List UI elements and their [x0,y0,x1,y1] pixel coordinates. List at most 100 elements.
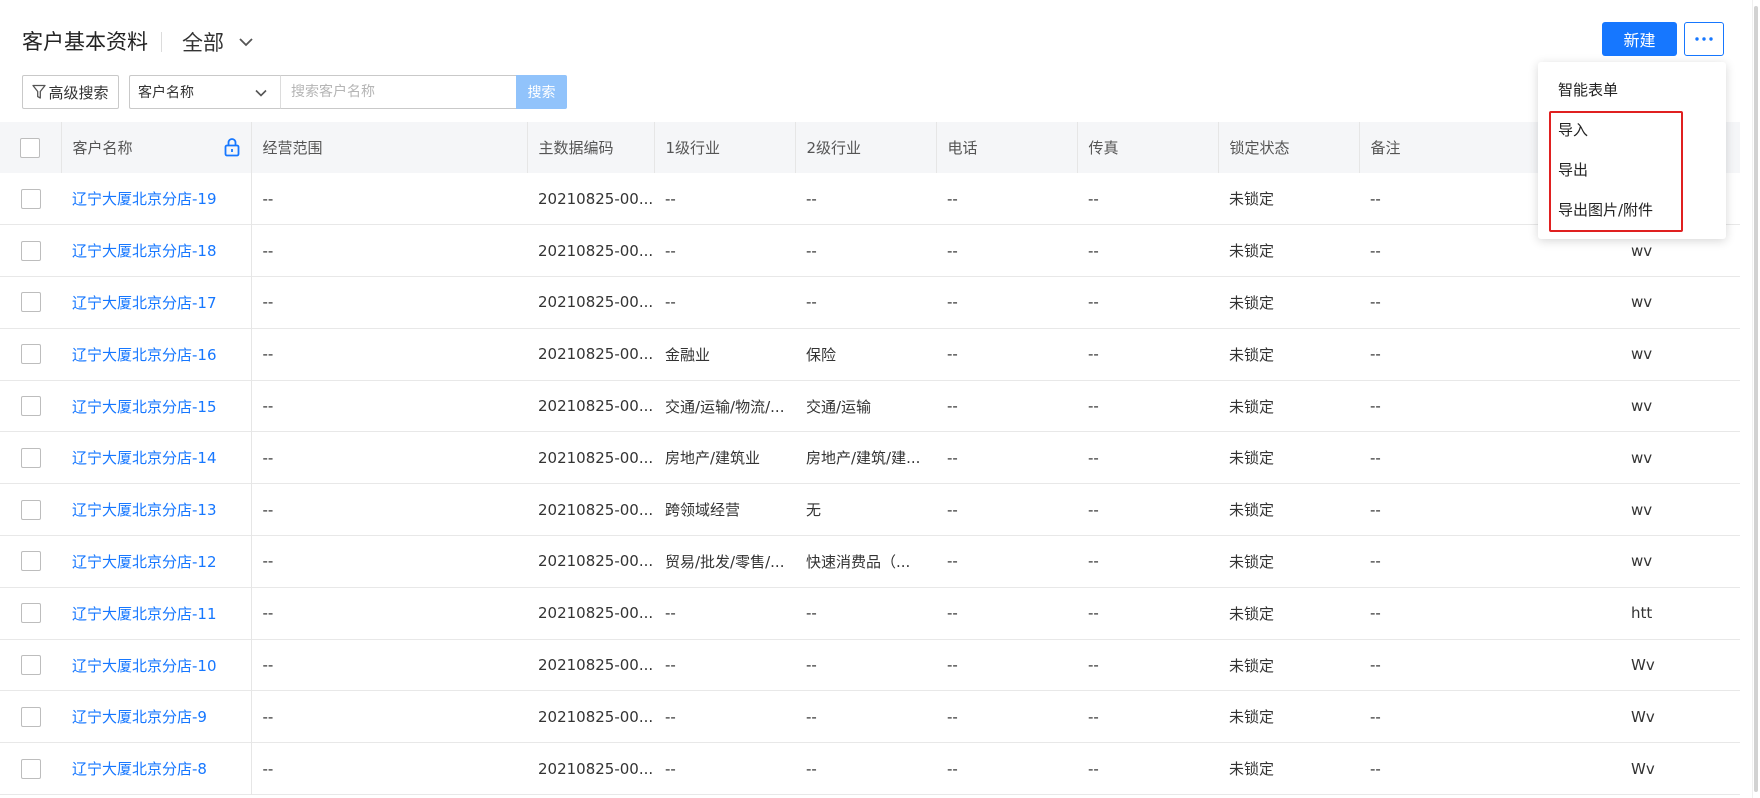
cell-customer-name[interactable]: 辽宁大厦北京分店-12 [61,535,252,588]
search-input[interactable] [280,75,517,109]
cell-phone: -- [947,189,958,208]
select-all-checkbox[interactable] [20,137,41,158]
row-checkbox[interactable] [20,396,41,417]
menu-item-export[interactable]: 导出 [1558,159,1588,180]
row-checkbox-cell[interactable] [0,691,61,743]
table-row[interactable]: 辽宁大厦北京分店-16 -- 20210825-00... 金融业 保险 -- -- 未锁定 -… [0,328,1740,381]
row-checkbox-cell[interactable] [0,432,61,484]
table-body: 辽宁大厦北京分店-19 -- 20210825-00... -- -- -- -- 未锁定 --… [0,173,1740,795]
row-checkbox[interactable] [20,551,41,572]
vertical-scrollbar-thumb[interactable] [1754,6,1758,792]
cell-business-scope: -- [262,707,274,726]
cell-customer-name[interactable]: 辽宁大厦北京分店-13 [61,483,252,536]
cell-industry-level1: 贸易/批发/零售/... [665,552,785,571]
row-checkbox-cell[interactable] [0,639,61,691]
row-checkbox-cell[interactable] [0,380,61,432]
table-row[interactable]: 辽宁大厦北京分店-9 -- 20210825-00... -- -- -- -- 未锁定 -- W… [0,690,1740,743]
cell-note: -- [1370,707,1381,726]
menu-item-import[interactable]: 导入 [1558,119,1588,140]
row-checkbox[interactable] [20,292,41,313]
search-field-select[interactable]: 客户名称 [129,75,281,109]
cell-website: Wv [1631,742,1740,795]
search-field-selected: 客户名称 [138,85,194,101]
row-checkbox[interactable] [20,655,41,676]
customer-list-page: 客户基本资料 全部 新建 高级搜索 客户名称 搜索客户名称 搜索 客户名称 经营… [0,0,1760,798]
cell-industry-level2: 无 [806,501,822,520]
cell-industry-level1: 交通/运输/物流/... [665,397,785,416]
row-checkbox[interactable] [20,447,41,468]
column-header-lock-status[interactable]: 锁定状态 [1218,122,1360,173]
cell-customer-name[interactable]: 辽宁大厦北京分店-11 [61,587,252,640]
cell-master-code: 20210825-00... [538,707,654,726]
table-row[interactable]: 辽宁大厦北京分店-18 -- 20210825-00... -- -- -- -- 未锁定 --… [0,224,1740,277]
cell-industry-level1: -- [665,189,676,208]
column-header-code[interactable]: 主数据编码 [527,122,655,173]
row-checkbox-cell[interactable] [0,225,61,277]
row-checkbox-cell[interactable] [0,743,61,795]
cell-business-scope: -- [262,448,274,467]
more-button[interactable] [1684,22,1724,56]
cell-note: -- [1370,552,1381,571]
lock-icon[interactable] [223,137,241,157]
cell-fax: -- [1088,345,1099,364]
table-row[interactable]: 辽宁大厦北京分店-11 -- 20210825-00... -- -- -- -- 未锁定 --… [0,587,1740,640]
row-checkbox-cell[interactable] [0,536,61,588]
cell-customer-name[interactable]: 辽宁大厦北京分店-18 [61,224,252,277]
select-all-checkbox-cell[interactable] [0,122,62,173]
table-row[interactable]: 辽宁大厦北京分店-13 -- 20210825-00... 跨领域经营 无 -- -- 未锁定… [0,483,1740,536]
table-row[interactable]: 辽宁大厦北京分店-8 -- 20210825-00... -- -- -- -- 未锁定 -- W… [0,742,1740,795]
row-checkbox-cell[interactable] [0,277,61,329]
column-header-scope[interactable]: 经营范围 [251,122,528,173]
cell-phone: -- [947,707,958,726]
cell-customer-name[interactable]: 辽宁大厦北京分店-17 [61,276,252,329]
cell-master-code: 20210825-00... [538,500,654,519]
table-row[interactable]: 辽宁大厦北京分店-14 -- 20210825-00... 房地产/建筑业 房地产/建筑… [0,431,1740,484]
column-header-industry2[interactable]: 2级行业 [795,122,937,173]
table-row[interactable]: 辽宁大厦北京分店-17 -- 20210825-00... -- -- -- -- 未锁定 --… [0,276,1740,329]
row-checkbox[interactable] [20,758,41,779]
row-checkbox[interactable] [20,344,41,365]
table-row[interactable]: 辽宁大厦北京分店-19 -- 20210825-00... -- -- -- -- 未锁定 --… [0,173,1740,225]
cell-customer-name[interactable]: 辽宁大厦北京分店-16 [61,328,252,381]
cell-industry-level1: 金融业 [665,345,711,364]
column-header-phone[interactable]: 电话 [936,122,1078,173]
cell-business-scope: -- [262,552,274,571]
cell-fax: -- [1088,448,1099,467]
menu-item-smart-form[interactable]: 智能表单 [1558,79,1618,100]
row-checkbox[interactable] [20,603,41,624]
cell-customer-name[interactable]: 辽宁大厦北京分店-19 [61,173,252,225]
table-row[interactable]: 辽宁大厦北京分店-15 -- 20210825-00... 交通/运输/物流/... 交… [0,380,1740,432]
row-checkbox[interactable] [20,240,41,261]
row-checkbox[interactable] [20,499,41,520]
cell-note: -- [1370,397,1381,416]
view-selector[interactable]: 全部 [182,26,256,58]
cell-phone: -- [947,448,958,467]
row-checkbox-cell[interactable] [0,484,61,536]
cell-lock-status: 未锁定 [1229,760,1275,779]
column-header-industry1[interactable]: 1级行业 [654,122,796,173]
cell-website: wv [1631,483,1740,536]
row-checkbox-cell[interactable] [0,587,61,639]
cell-industry-level2: 交通/运输 [806,397,872,416]
row-checkbox[interactable] [20,188,41,209]
cell-industry-level1: -- [665,707,676,726]
cell-customer-name[interactable]: 辽宁大厦北京分店-14 [61,431,252,484]
row-checkbox-cell[interactable] [0,173,61,225]
advanced-search-button[interactable]: 高级搜索 [22,75,119,109]
cell-customer-name[interactable]: 辽宁大厦北京分店-15 [61,380,252,432]
table-row[interactable]: 辽宁大厦北京分店-12 -- 20210825-00... 贸易/批发/零售/... 快… [0,535,1740,588]
cell-customer-name[interactable]: 辽宁大厦北京分店-9 [61,690,252,743]
cell-industry-level1: -- [665,241,676,260]
more-dots-icon [1695,37,1713,41]
row-checkbox-cell[interactable] [0,328,61,380]
new-button[interactable]: 新建 [1602,22,1677,56]
column-header-name[interactable]: 客户名称 [61,122,252,173]
menu-item-export-images[interactable]: 导出图片/附件 [1558,199,1653,220]
table-row[interactable]: 辽宁大厦北京分店-10 -- 20210825-00... -- -- -- -- 未锁定 --… [0,639,1740,691]
title-divider [161,32,162,52]
cell-customer-name[interactable]: 辽宁大厦北京分店-8 [61,742,252,795]
cell-customer-name[interactable]: 辽宁大厦北京分店-10 [61,639,252,691]
column-header-fax[interactable]: 传真 [1077,122,1219,173]
search-button[interactable]: 搜索 [516,75,567,109]
row-checkbox[interactable] [20,706,41,727]
